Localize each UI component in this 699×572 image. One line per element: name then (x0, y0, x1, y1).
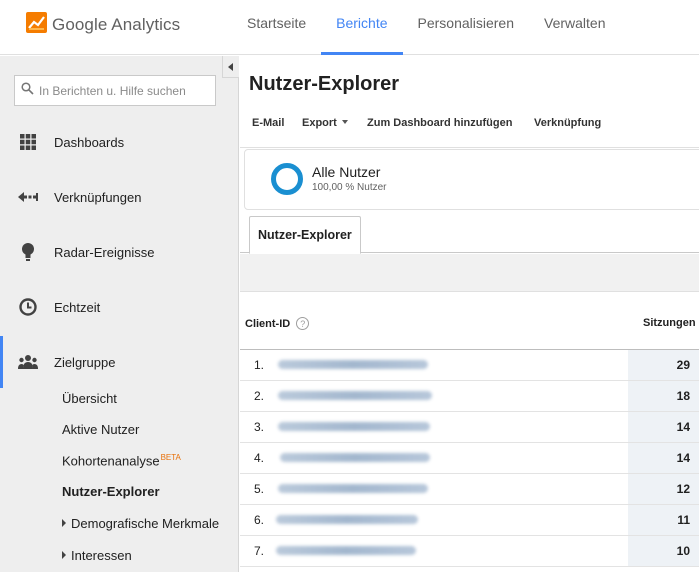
table-row[interactable]: 4. 14 (240, 443, 699, 474)
sessions-value: 29 (676, 358, 690, 372)
sessions-cell: 29 (628, 350, 699, 380)
column-label: Client-ID (245, 317, 291, 330)
search-box[interactable] (14, 75, 216, 106)
sidebar-item-label: Radar-Ereignisse (54, 244, 155, 260)
export-label: Export (302, 117, 337, 129)
client-id-redacted[interactable] (276, 515, 418, 524)
tab-admin[interactable]: Verwalten (529, 0, 620, 55)
search-input[interactable] (39, 83, 209, 98)
sidebar-subitem-demographics[interactable]: Demografische Merkmale (62, 516, 219, 531)
table-row[interactable]: 7. 10 (240, 536, 699, 567)
client-id-redacted[interactable] (278, 484, 428, 493)
sessions-cell: 18 (628, 381, 699, 411)
table-row[interactable]: 3. 14 (240, 412, 699, 443)
report-toolbar: E-Mail Export Zum Dashboard hinzufügen V… (240, 103, 699, 148)
column-sessions[interactable]: Sitzungen (643, 317, 696, 329)
sessions-value: 11 (677, 513, 690, 527)
main-content: Nutzer-Explorer E-Mail Export Zum Dashbo… (240, 56, 699, 572)
sidebar-subitem-label: Kohortenanalyse (62, 453, 160, 469)
segment-card[interactable]: Alle Nutzer 100,00 % Nutzer (244, 149, 699, 210)
help-icon[interactable]: ? (296, 317, 310, 330)
tab-customize[interactable]: Personalisieren (403, 0, 530, 55)
table-row[interactable]: 2. 18 (240, 381, 699, 412)
row-index: 1. (254, 358, 265, 372)
people-icon (18, 352, 38, 372)
row-index: 5. (254, 482, 265, 496)
shortcut-button[interactable]: Verknüpfung (534, 117, 601, 129)
app-logo[interactable]: Google Analytics (26, 12, 180, 38)
tab-user-explorer[interactable]: Nutzer-Explorer (249, 216, 361, 254)
report-tab-row: Nutzer-Explorer (240, 216, 699, 254)
sessions-cell: 14 (628, 443, 699, 473)
sessions-cell: 12 (628, 474, 699, 504)
table-row[interactable]: 5. 12 (240, 474, 699, 505)
table-controls-bar (240, 254, 699, 292)
sidebar-item-intelligence[interactable]: Radar-Ereignisse (0, 232, 238, 272)
sessions-cell: 10 (628, 536, 699, 566)
column-client-id[interactable]: Client-ID? (245, 317, 310, 330)
sessions-cell: 14 (628, 412, 699, 442)
collapse-sidebar-button[interactable] (222, 56, 239, 78)
sessions-value: 14 (676, 420, 690, 434)
sidebar-item-realtime[interactable]: Echtzeit (0, 287, 238, 327)
row-index: 4. (254, 451, 265, 465)
segment-name: Alle Nutzer (312, 164, 381, 180)
shortcut-arrow-icon (18, 187, 38, 207)
segment-percent: 100,00 % Nutzer (312, 182, 387, 193)
chevron-left-icon (228, 58, 234, 76)
expand-triangle-icon (62, 519, 66, 527)
top-bar: Google Analytics Startseite Berichte Per… (0, 0, 699, 55)
row-index: 2. (254, 389, 265, 403)
sidebar-item-label: Verknüpfungen (54, 189, 142, 205)
sidebar-subitem-user-explorer[interactable]: Nutzer-Explorer (62, 484, 160, 499)
search-icon (21, 81, 34, 100)
client-id-redacted[interactable] (276, 546, 416, 555)
client-id-redacted[interactable] (278, 391, 432, 400)
sidebar-subitem-label: Demografische Merkmale (71, 516, 220, 531)
table-header: Client-ID? Sitzungen (240, 292, 699, 350)
table-row[interactable]: 6. 11 (240, 505, 699, 536)
sessions-value: 10 (676, 544, 690, 558)
sidebar-item-label: Echtzeit (54, 299, 101, 315)
caret-down-icon (341, 120, 348, 124)
row-index: 3. (254, 420, 265, 434)
sidebar-item-label: Dashboards (54, 134, 125, 150)
sessions-value: 14 (676, 451, 690, 465)
beta-badge: BETA (160, 453, 181, 462)
sidebar-subitem-active-users[interactable]: Aktive Nutzer (62, 422, 139, 437)
export-button[interactable]: Export (302, 117, 348, 129)
clock-icon (18, 297, 38, 317)
add-to-dashboard-button[interactable]: Zum Dashboard hinzufügen (367, 117, 512, 129)
sidebar-item-dashboards[interactable]: Dashboards (0, 122, 238, 162)
email-button[interactable]: E-Mail (252, 117, 284, 129)
table-row[interactable]: 1. 29 (240, 350, 699, 381)
top-nav: Startseite Berichte Personalisieren Verw… (232, 0, 620, 55)
sidebar-subitem-interests[interactable]: Interessen (62, 548, 132, 563)
sidebar-item-audience[interactable]: Zielgruppe (0, 336, 238, 388)
sessions-value: 12 (676, 482, 690, 496)
tab-home[interactable]: Startseite (232, 0, 321, 55)
expand-triangle-icon (62, 551, 66, 559)
sessions-cell: 11 (628, 505, 699, 535)
lightbulb-icon (18, 242, 38, 262)
client-id-redacted[interactable] (278, 422, 430, 431)
sessions-value: 18 (676, 389, 690, 403)
sidebar-subitem-overview[interactable]: Übersicht (62, 391, 117, 406)
client-id-redacted[interactable] (278, 360, 428, 369)
row-index: 6. (254, 513, 265, 527)
client-id-redacted[interactable] (280, 453, 430, 462)
sidebar-subitem-cohort[interactable]: KohortenanalyseBETA (62, 453, 181, 468)
segment-ring-icon (270, 162, 304, 196)
dashboard-grid-icon (18, 132, 38, 152)
sidebar-subitem-label: Interessen (71, 548, 132, 563)
sidebar-item-shortcuts[interactable]: Verknüpfungen (0, 177, 238, 217)
sidebar-item-label: Zielgruppe (54, 354, 116, 370)
analytics-logo-icon (26, 12, 47, 38)
tab-reports[interactable]: Berichte (321, 0, 403, 55)
sidebar: Dashboards Verknüpfungen Radar-Ereigniss… (0, 56, 239, 572)
page-title: Nutzer-Explorer (249, 73, 400, 95)
app-title: Google Analytics (52, 15, 181, 34)
row-index: 7. (254, 544, 265, 558)
